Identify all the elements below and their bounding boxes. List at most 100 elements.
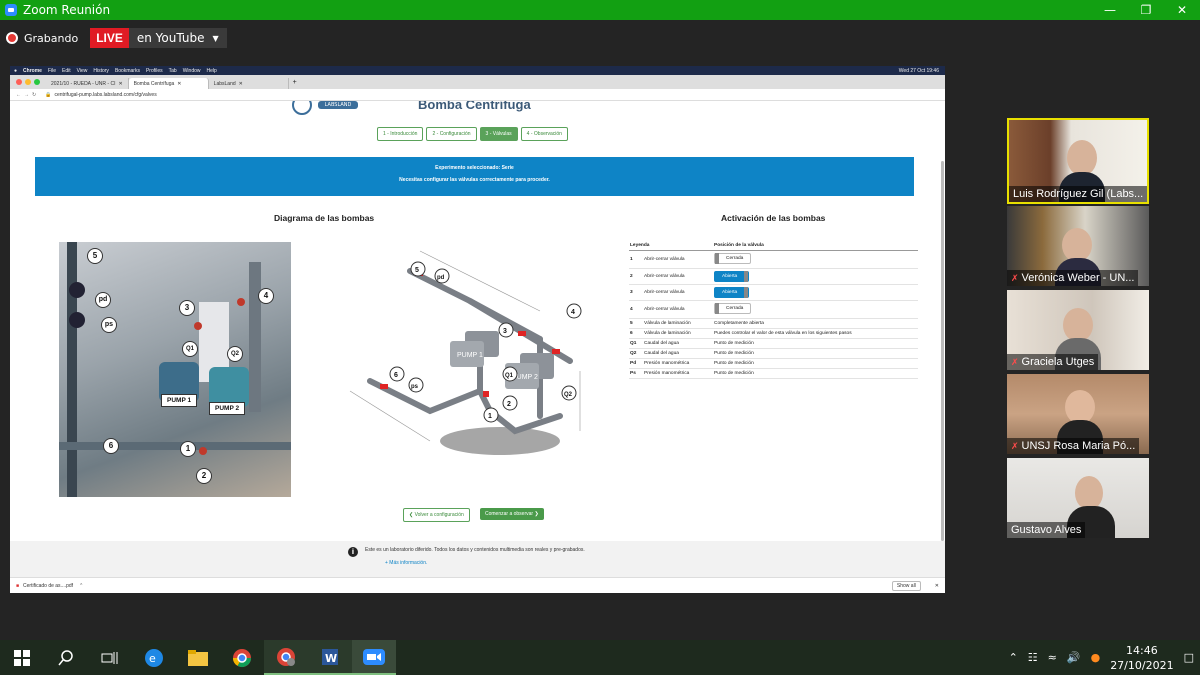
url-field[interactable]: centrifugal-pump.labs.labsland.com/cfg/v… xyxy=(54,92,156,98)
lock-icon: 🔒 xyxy=(45,91,52,98)
wifi-icon[interactable]: ≈ xyxy=(1048,651,1057,664)
new-tab-icon[interactable]: + xyxy=(293,79,297,86)
step-introduccion[interactable]: 1 - Introducción xyxy=(377,127,424,141)
participant-tile-1[interactable]: Luis Rodríguez Gil (Labs... xyxy=(1007,118,1149,204)
legend-key: 2 xyxy=(629,268,643,285)
task-view-icon[interactable] xyxy=(88,640,132,675)
valve-4-toggle[interactable]: Cerrada xyxy=(714,303,752,314)
legend-row: 5 Válvula de laminación Completamente ab… xyxy=(629,318,918,329)
mac-menu-profiles[interactable]: Profiles xyxy=(146,68,163,74)
close-download-bar-icon[interactable]: ✕ xyxy=(935,583,939,589)
chrome-profile-icon[interactable] xyxy=(264,640,308,675)
tab-label: 2021/10 - RUEDA - UNR - CI xyxy=(51,80,116,87)
nav-arrows-icon[interactable]: ←→↻ xyxy=(16,92,39,98)
diagram-label-3: 3 xyxy=(503,328,507,335)
mac-menu-window[interactable]: Window xyxy=(183,68,201,74)
step-valvulas[interactable]: 3 - Válvulas xyxy=(479,127,518,141)
chevron-up-icon[interactable]: ⌃ xyxy=(79,583,83,589)
participant-name: Luis Rodríguez Gil (Labs... xyxy=(1009,186,1147,202)
legend-header-row: Leyenda Posición de la válvula xyxy=(629,241,918,251)
file-explorer-icon[interactable] xyxy=(176,640,220,675)
photo-label-4: 4 xyxy=(258,288,274,304)
mic-muted-icon: ✗ xyxy=(1011,357,1019,367)
photo-label-3: 3 xyxy=(179,300,195,316)
participant-tile-5[interactable]: Gustavo Alves xyxy=(1007,458,1149,538)
mac-menu-history[interactable]: History xyxy=(93,68,109,74)
page-scrollbar[interactable] xyxy=(941,161,944,541)
tab-close-icon[interactable]: ✕ xyxy=(118,81,122,87)
valve-3-toggle[interactable]: Abierta xyxy=(714,287,750,298)
participant-tile-3[interactable]: ✗ Graciela Utges xyxy=(1007,290,1149,370)
start-observing-button[interactable]: Comenzar a observar ❯ xyxy=(480,508,544,520)
caret-down-icon: ▼ xyxy=(212,33,219,43)
tab-close-icon[interactable]: ✕ xyxy=(177,81,181,87)
restore-icon[interactable]: ❐ xyxy=(1128,0,1164,20)
page-footer: i Este es un laboratorio diferido. Todos… xyxy=(10,541,945,581)
zoom-dot-icon[interactable] xyxy=(34,79,40,85)
valve-state: Abierta xyxy=(722,274,738,279)
taskbar-clock[interactable]: 14:46 27/10/2021 xyxy=(1110,643,1173,673)
mac-clock: Wed 27 Oct 19:46 xyxy=(898,67,939,74)
participant-tile-4[interactable]: ✗ UNSJ Rosa Maria Pó... xyxy=(1007,374,1149,454)
valve-1-toggle[interactable]: Cerrada xyxy=(714,253,752,264)
participant-name-text: Gustavo Alves xyxy=(1011,524,1082,536)
firefox-tray-icon[interactable]: ● xyxy=(1091,651,1101,664)
network-icon[interactable]: ☷ xyxy=(1028,651,1038,664)
mac-menu-view[interactable]: View xyxy=(77,68,88,74)
browser-tab-rueda[interactable]: 2021/10 - RUEDA - UNR - CI ✕ xyxy=(46,78,129,89)
volume-icon[interactable]: 🔊 xyxy=(1067,651,1081,664)
chrome-icon[interactable] xyxy=(220,640,264,675)
notifications-icon[interactable]: □ xyxy=(1184,651,1194,664)
browser-tab-labsland[interactable]: LabsLand ✕ xyxy=(209,78,289,89)
mac-menu-file[interactable]: File xyxy=(48,68,56,74)
show-all-button[interactable]: Show all xyxy=(891,580,921,591)
back-to-config-button[interactable]: ❮ Volver a configuración xyxy=(403,508,470,522)
legend-row: 2 Abrir-cerrar válvula Abierta xyxy=(629,268,918,285)
window-traffic-lights xyxy=(16,79,40,85)
mic-muted-icon: ✗ xyxy=(1011,441,1019,451)
close-icon[interactable]: ✕ xyxy=(1164,0,1200,20)
word-icon[interactable]: W xyxy=(308,640,352,675)
legend-value: Puedes controlar el valor de esta válvul… xyxy=(713,328,918,339)
browser-tabstrip: 2021/10 - RUEDA - UNR - CI ✕ Bomba Centrí… xyxy=(10,75,945,89)
mac-menu-bookmarks[interactable]: Bookmarks xyxy=(115,68,140,74)
legend-value: Punto de medición xyxy=(713,348,918,359)
svg-text:W: W xyxy=(325,652,337,665)
step-observacion[interactable]: 4 - Observación xyxy=(520,127,568,141)
valve-2-toggle[interactable]: Abierta xyxy=(714,271,750,282)
participant-name-text: Graciela Utges xyxy=(1021,356,1095,368)
legend-name: Caudal del agua xyxy=(643,338,713,349)
photo-label-q2: Q2 xyxy=(227,346,243,362)
mac-menu-edit[interactable]: Edit xyxy=(62,68,71,74)
participant-tile-2[interactable]: ✗ Verónica Weber - UN... xyxy=(1007,206,1149,286)
legend-value: Punto de medición xyxy=(713,358,918,369)
mac-menu-help[interactable]: Help xyxy=(207,68,217,74)
close-dot-icon[interactable] xyxy=(16,79,22,85)
live-stream-dropdown[interactable]: en YouTube ▼ xyxy=(128,28,227,48)
diagram-label-ps: ps xyxy=(411,384,419,390)
search-icon[interactable] xyxy=(44,640,88,675)
chevron-up-icon[interactable]: ⌃ xyxy=(1009,651,1018,664)
photo-label-2: 2 xyxy=(196,468,212,484)
legend-key: 3 xyxy=(629,284,643,301)
minimize-icon[interactable]: — xyxy=(1092,0,1128,20)
windows-start-icon[interactable] xyxy=(0,640,44,675)
mac-menu-chrome[interactable]: Chrome xyxy=(23,68,42,74)
mac-menu-tab[interactable]: Tab xyxy=(169,68,177,74)
legend-row: 4 Abrir-cerrar válvula Cerrada xyxy=(629,300,918,319)
more-info-link[interactable]: + Más información. xyxy=(385,560,427,566)
legend-row: Pd Presión manométrica Punto de medición xyxy=(629,358,918,369)
step-configuracion[interactable]: 2 - Configuración xyxy=(426,127,477,141)
legend-key: 5 xyxy=(629,318,643,329)
download-item[interactable]: Certificado de as....pdf xyxy=(23,583,73,589)
pump-isometric-diagram: PUMP 1 PUMP 2 5 pd 3 4 Q1 Q2 6 ps 1 2 xyxy=(349,250,582,455)
minimize-dot-icon[interactable] xyxy=(25,79,31,85)
edge-icon[interactable]: e xyxy=(132,640,176,675)
legend-col-label: Leyenda xyxy=(629,241,713,251)
tab-close-icon[interactable]: ✕ xyxy=(239,81,243,87)
address-bar: ←→↻ 🔒 centrifugal-pump.labs.labsland.com… xyxy=(10,89,945,101)
browser-tab-bomba[interactable]: Bomba Centrífuga ✕ xyxy=(128,78,209,89)
activation-title: Activación de las bombas xyxy=(721,213,826,223)
photo-label-5: 5 xyxy=(87,248,103,264)
zoom-app-icon[interactable] xyxy=(352,640,396,675)
